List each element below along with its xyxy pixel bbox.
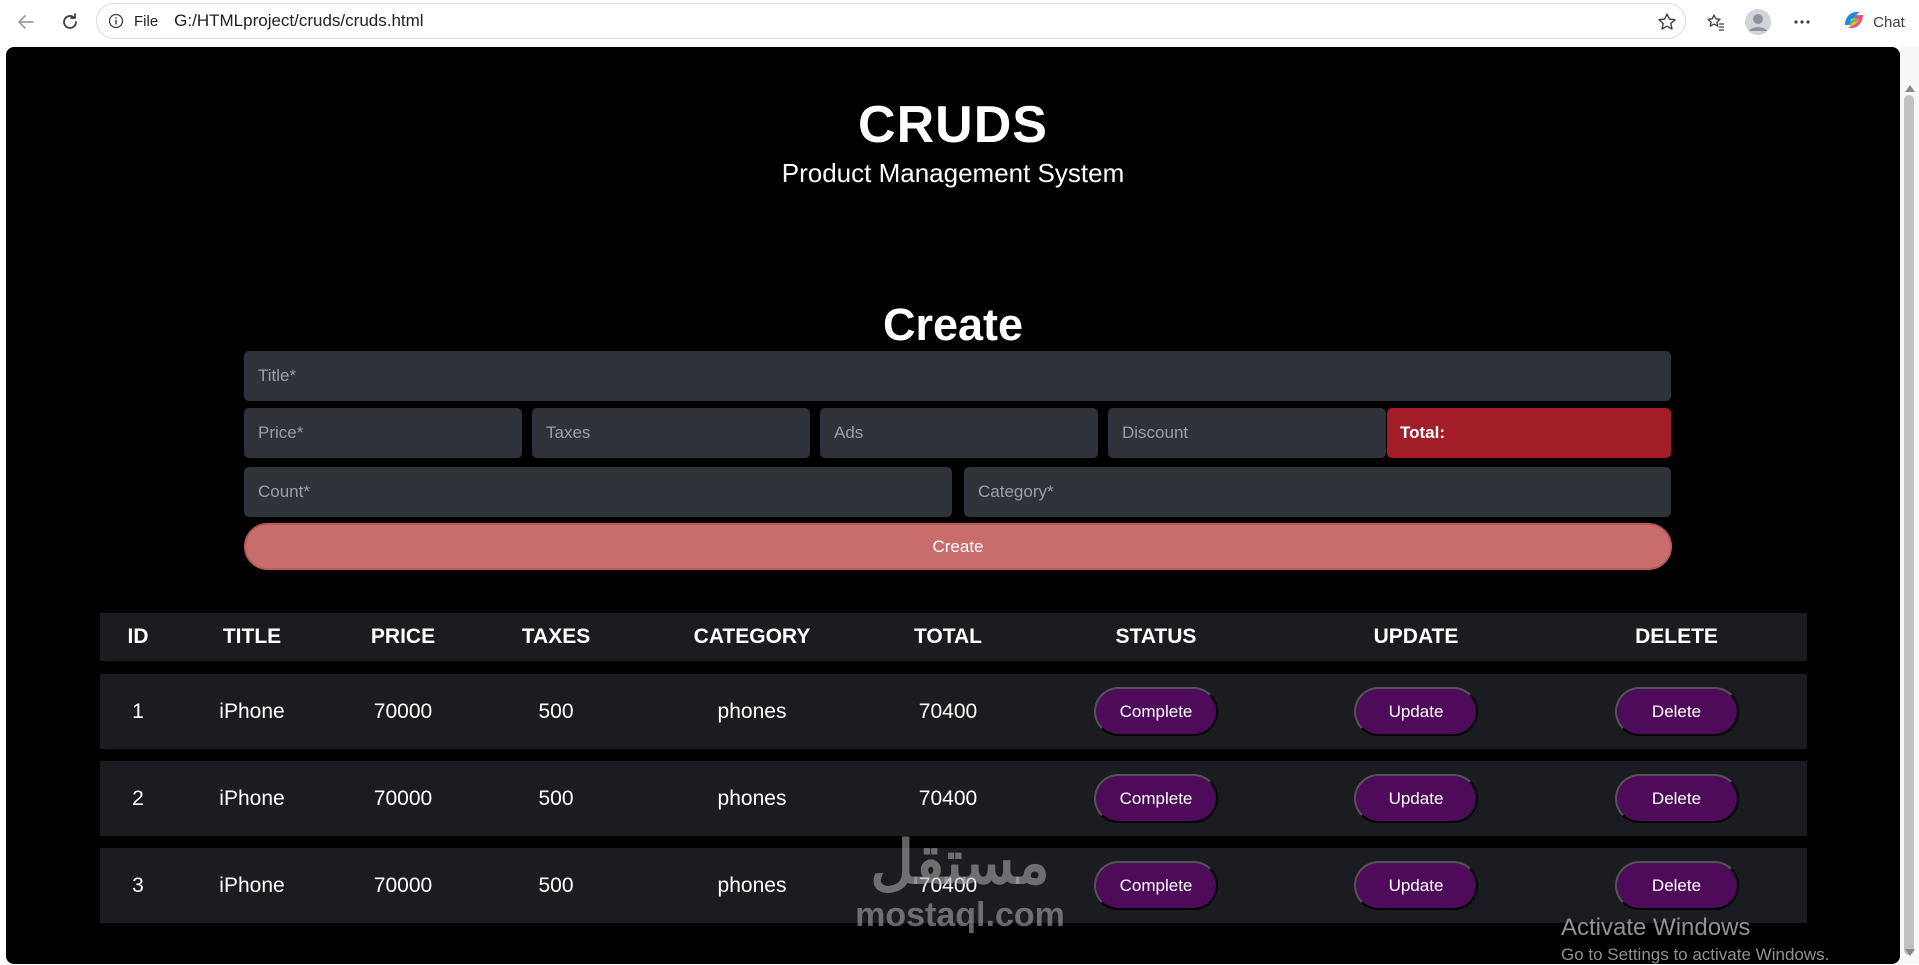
scroll-thumb[interactable] xyxy=(1904,95,1914,955)
column-header-update: UPDATE xyxy=(1373,625,1459,648)
browser-toolbar: File G:/HTMLproject/cruds/cruds.html Cha… xyxy=(0,0,1919,44)
complete-button[interactable]: Complete xyxy=(1094,861,1218,910)
mostaql-watermark: مستقل mostaql.com xyxy=(842,831,1078,935)
column-header-price: PRICE xyxy=(370,625,436,648)
more-icon[interactable] xyxy=(1786,6,1818,38)
cell-status: Complete xyxy=(1026,674,1286,749)
favorites-icon[interactable] xyxy=(1700,6,1732,38)
cell-total: 70400 xyxy=(918,786,978,810)
column-header-status: STATUS xyxy=(1115,625,1197,648)
address-bar[interactable]: File G:/HTMLproject/cruds/cruds.html xyxy=(96,3,1686,39)
page-viewport: CRUDS Product Management System Create T… xyxy=(6,47,1900,964)
cell-update: Update xyxy=(1286,674,1546,749)
create-button[interactable]: Create xyxy=(244,523,1672,570)
cell-category: phones xyxy=(717,873,787,897)
count-input[interactable] xyxy=(244,467,952,517)
chat-button[interactable]: Chat xyxy=(1830,6,1916,38)
info-icon[interactable] xyxy=(107,12,125,30)
table-header: ID TITLE PRICE TAXES CATEGORY TOTAL STAT… xyxy=(100,613,1807,661)
total-label: Total: xyxy=(1400,423,1446,442)
column-header-title: TITLE xyxy=(222,625,282,648)
page-subtitle: Product Management System xyxy=(781,158,1125,188)
reload-icon[interactable] xyxy=(54,6,86,38)
watermark-arabic: مستقل xyxy=(870,829,1050,896)
url-scheme: File xyxy=(134,12,159,30)
column-header-total: TOTAL xyxy=(913,625,983,648)
cell-price: 70000 xyxy=(373,873,433,897)
column-header-id: ID xyxy=(127,625,149,648)
cell-title: iPhone xyxy=(219,699,285,723)
update-button[interactable]: Update xyxy=(1354,687,1478,736)
column-header-taxes: TAXES xyxy=(521,625,591,648)
activate-subtitle: Go to Settings to activate Windows. xyxy=(1561,945,1830,964)
back-icon[interactable] xyxy=(10,6,42,38)
star-icon[interactable] xyxy=(1657,12,1677,32)
url-text[interactable]: G:/HTMLproject/cruds/cruds.html xyxy=(174,11,423,31)
taxes-input[interactable] xyxy=(532,408,810,458)
cell-total: 70400 xyxy=(918,699,978,723)
copilot-icon xyxy=(1841,7,1867,37)
total-display: Total: xyxy=(1387,408,1671,458)
cell-delete: Delete xyxy=(1546,674,1807,749)
table-row: 2 iPhone 70000 500 phones 70400 Complete… xyxy=(100,761,1807,836)
cell-update: Update xyxy=(1286,761,1546,836)
complete-button[interactable]: Complete xyxy=(1094,774,1218,823)
page-title: CRUDS xyxy=(858,96,1048,154)
cell-id: 2 xyxy=(132,786,144,810)
cell-delete: Delete xyxy=(1546,848,1807,923)
activate-title: Activate Windows xyxy=(1561,914,1751,941)
cell-category: phones xyxy=(717,786,787,810)
column-header-delete: DELETE xyxy=(1635,625,1718,648)
watermark-latin: mostaql.com xyxy=(855,896,1065,934)
complete-button[interactable]: Complete xyxy=(1094,687,1218,736)
scroll-down-icon[interactable] xyxy=(1905,949,1915,956)
cell-id: 1 xyxy=(132,699,144,723)
discount-input[interactable] xyxy=(1108,408,1386,458)
title-input[interactable] xyxy=(244,351,1671,401)
cell-status: Complete xyxy=(1026,761,1286,836)
cell-category: phones xyxy=(717,699,787,723)
cell-taxes: 500 xyxy=(538,786,574,810)
category-input[interactable] xyxy=(964,467,1671,517)
profile-icon[interactable] xyxy=(1740,6,1776,38)
update-button[interactable]: Update xyxy=(1354,774,1478,823)
page-header: CRUDS Product Management System xyxy=(6,97,1900,189)
cell-update: Update xyxy=(1286,848,1546,923)
update-button[interactable]: Update xyxy=(1354,861,1478,910)
activate-windows-notice: Activate Windows Go to Settings to activ… xyxy=(1561,913,1829,964)
cell-taxes: 500 xyxy=(538,699,574,723)
cell-price: 70000 xyxy=(373,699,433,723)
price-input[interactable] xyxy=(244,408,522,458)
column-header-category: CATEGORY xyxy=(693,625,811,648)
form-heading: Create xyxy=(882,299,1024,350)
cell-taxes: 500 xyxy=(538,873,574,897)
ads-input[interactable] xyxy=(820,408,1098,458)
cell-id: 3 xyxy=(132,873,144,897)
cell-delete: Delete xyxy=(1546,761,1807,836)
chat-label: Chat xyxy=(1873,13,1905,31)
delete-button[interactable]: Delete xyxy=(1614,861,1739,910)
vertical-scrollbar[interactable] xyxy=(1900,47,1919,964)
delete-button[interactable]: Delete xyxy=(1614,774,1739,823)
scroll-up-icon[interactable] xyxy=(1905,85,1915,92)
cell-title: iPhone xyxy=(219,786,285,810)
cell-title: iPhone xyxy=(219,873,285,897)
delete-button[interactable]: Delete xyxy=(1614,687,1739,736)
cell-price: 70000 xyxy=(373,786,433,810)
table-row: 1 iPhone 70000 500 phones 70400 Complete… xyxy=(100,674,1807,749)
